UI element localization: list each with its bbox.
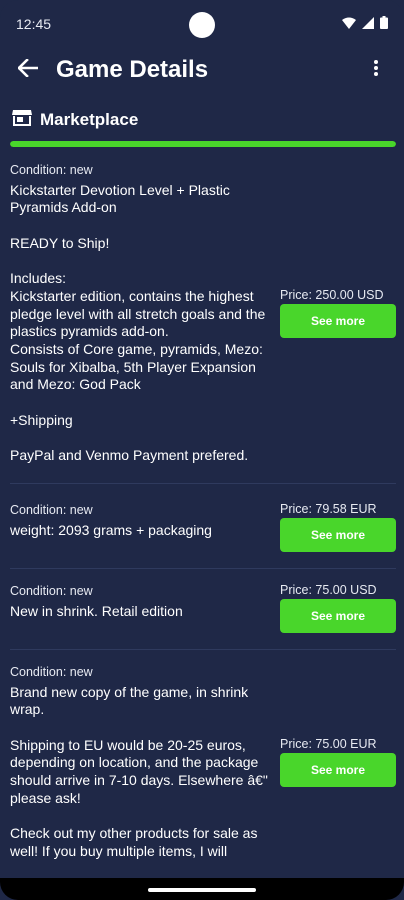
app-bar: Game Details [0, 48, 404, 92]
progress-fill [10, 141, 396, 147]
listing-actions: Price: 250.00 USD See more [280, 162, 396, 465]
listing-condition: Condition: new [10, 664, 93, 679]
home-gesture-handle[interactable] [148, 888, 256, 892]
listing-text: Condition: new New in shrink. Retail edi… [10, 583, 272, 633]
listing-actions: Price: 75.00 EUR See more [280, 664, 396, 861]
listing-text: Condition: new weight: 2093 grams + pack… [10, 502, 272, 552]
listing-list[interactable]: Condition: new Kickstarter Devotion Leve… [10, 156, 396, 878]
back-button[interactable] [14, 56, 42, 84]
page-title: Game Details [56, 56, 209, 83]
camera-cutout [189, 12, 215, 38]
wifi-icon [342, 16, 356, 32]
battery-icon [380, 16, 388, 32]
see-more-button[interactable]: See more [280, 598, 396, 633]
listing-text: Condition: new Kickstarter Devotion Leve… [10, 162, 272, 465]
status-time: 12:45 [16, 16, 52, 32]
listing-actions: Price: 75.00 USD See more [280, 583, 396, 633]
listing-item: Condition: new Kickstarter Devotion Leve… [10, 156, 396, 484]
listing-item: Condition: new Brand new copy of the gam… [10, 650, 396, 878]
marketplace-progress-bar [10, 141, 396, 147]
listing-price: Price: 79.58 EUR [280, 501, 377, 516]
listing-item: Condition: new weight: 2093 grams + pack… [10, 484, 396, 569]
listing-description: Kickstarter Devotion Level + Plastic Pyr… [10, 181, 266, 464]
listing-price: Price: 75.00 USD [280, 582, 377, 597]
more-vertical-icon [373, 59, 379, 82]
status-icons [342, 16, 388, 32]
signal-icon [362, 16, 374, 32]
see-more-button[interactable]: See more [280, 517, 396, 552]
store-icon [12, 109, 32, 132]
marketplace-header: Marketplace [12, 106, 392, 134]
overflow-menu-button[interactable] [362, 56, 390, 84]
listing-condition: Condition: new [10, 583, 93, 598]
listing-description: New in shrink. Retail edition [10, 602, 183, 619]
app-screen: 12:45 Game Details Marketplace Condition… [0, 0, 404, 900]
arrow-left-icon [17, 57, 39, 82]
listing-description: Brand new copy of the game, in shrink wr… [10, 683, 268, 859]
listing-text: Condition: new Brand new copy of the gam… [10, 664, 272, 861]
listing-price: Price: 250.00 USD [280, 288, 384, 303]
listing-condition: Condition: new [10, 163, 93, 177]
see-more-button[interactable]: See more [280, 304, 396, 339]
see-more-button[interactable]: See more [280, 753, 396, 788]
listing-price: Price: 75.00 EUR [280, 737, 377, 752]
listing-item: Condition: new New in shrink. Retail edi… [10, 569, 396, 650]
listing-description: weight: 2093 grams + packaging [10, 521, 212, 538]
listing-actions: Price: 79.58 EUR See more [280, 502, 396, 552]
listing-condition: Condition: new [10, 502, 93, 517]
section-title: Marketplace [40, 110, 139, 129]
